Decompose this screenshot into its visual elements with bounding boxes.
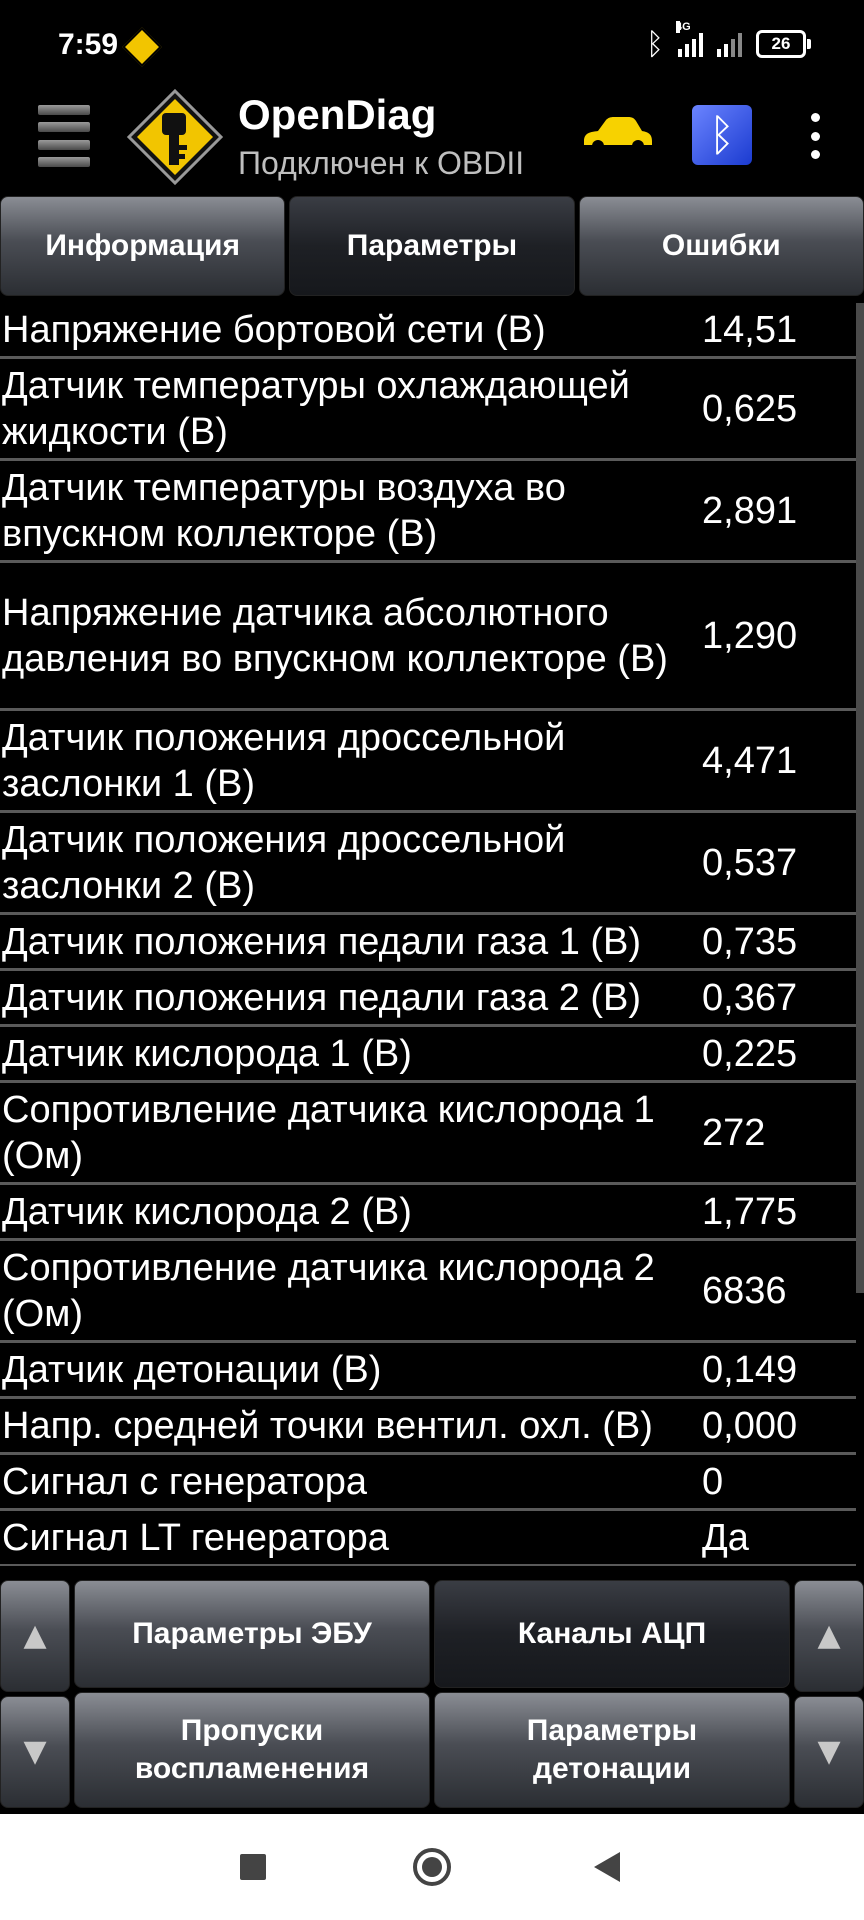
param-row: Датчик кислорода 2 (В) 1,775 — [0, 1185, 856, 1241]
param-value: 0,367 — [702, 976, 798, 1019]
param-name: Напряжение датчика абсолютного давления … — [2, 591, 668, 680]
param-name: Напр. средней точки вентил. охл. (В) — [2, 1404, 653, 1447]
param-value: Да — [702, 1516, 749, 1559]
list-scrollbar[interactable] — [856, 303, 864, 1293]
param-name: Датчик положения педали газа 1 (В) — [2, 920, 642, 963]
car-icon[interactable] — [580, 115, 654, 155]
ecu-params-button[interactable]: Параметры ЭБУ — [74, 1580, 430, 1688]
param-row: Датчик температуры воздуха во впускном к… — [0, 461, 856, 563]
param-value: 6836 — [702, 1269, 787, 1312]
param-row: Напр. средней точки вентил. охл. (В) 0,0… — [0, 1399, 856, 1455]
parameter-list[interactable]: Напряжение бортовой сети (В) 14,51 Датчи… — [0, 303, 856, 1566]
param-name: Датчик положения дроссельной заслонки 2 … — [2, 818, 566, 907]
back-icon[interactable] — [594, 1852, 620, 1882]
param-name: Датчик детонации (В) — [2, 1348, 382, 1391]
param-row: Датчик температуры охлаждающей жидкости … — [0, 359, 856, 461]
misfires-button[interactable]: Пропуски воспламенения — [74, 1692, 430, 1808]
param-name: Датчик температуры охлаждающей жидкости … — [2, 364, 630, 453]
battery-level: 26 — [771, 34, 791, 53]
param-value: 4,471 — [702, 739, 798, 782]
param-value: 272 — [702, 1111, 766, 1154]
app-logo-icon — [126, 88, 224, 186]
scroll-down-button[interactable]: ▼ — [0, 1696, 70, 1808]
param-name: Датчик кислорода 1 (В) — [2, 1032, 412, 1075]
param-name: Сопротивление датчика кислорода 1 (Ом) — [2, 1088, 655, 1177]
status-bar: 7:59 ᛒ 4G 26 — [0, 0, 864, 95]
param-name: Датчик положения дроссельной заслонки 1 … — [2, 716, 566, 805]
param-value: 0,000 — [702, 1404, 798, 1447]
bluetooth-status-icon: ᛒ — [646, 26, 664, 62]
network-type-label: 4G — [676, 21, 691, 33]
cell-signal-icon: 4G — [676, 21, 703, 57]
param-row: Сигнал с генератора 0 — [0, 1455, 856, 1511]
param-value: 14,51 — [702, 308, 798, 351]
param-value: 0,625 — [702, 387, 798, 430]
param-row: Датчик положения дроссельной заслонки 1 … — [0, 711, 856, 813]
param-name: Датчик температуры воздуха во впускном к… — [2, 466, 566, 555]
tab-bar: Информация Параметры Ошибки — [0, 196, 864, 300]
home-icon[interactable] — [413, 1848, 451, 1886]
param-row: Датчик положения педали газа 1 (В) 0,735 — [0, 915, 856, 971]
app-bar: OpenDiag Подключен к OBDII ᛒ — [0, 88, 864, 195]
cell-signal-2-icon — [717, 31, 742, 57]
knock-params-button[interactable]: Параметры детонации — [434, 1692, 790, 1808]
param-name: Сигнал LT генератора — [2, 1516, 389, 1559]
param-row: Напряжение бортовой сети (В) 14,51 — [0, 303, 856, 359]
param-row: Сопротивление датчика кислорода 2 (Ом) 6… — [0, 1241, 856, 1343]
param-value: 2,891 — [702, 489, 798, 532]
app-title: OpenDiag — [238, 91, 437, 138]
hamburger-menu-icon[interactable] — [38, 105, 90, 167]
bottom-panel: ▲ Параметры ЭБУ Каналы АЦП ▲ ▼ Пропуски … — [0, 1580, 864, 1812]
param-value: 1,290 — [702, 614, 798, 657]
recents-icon[interactable] — [240, 1854, 266, 1880]
param-value: 1,775 — [702, 1190, 798, 1233]
param-row: Датчик положения дроссельной заслонки 2 … — [0, 813, 856, 915]
scroll-up-right-button[interactable]: ▲ — [794, 1580, 864, 1692]
scroll-up-button[interactable]: ▲ — [0, 1580, 70, 1692]
param-row: Датчик положения педали газа 2 (В) 0,367 — [0, 971, 856, 1027]
param-value: 0,537 — [702, 841, 798, 884]
param-row: Датчик детонации (В) 0,149 — [0, 1343, 856, 1399]
param-row: Сопротивление датчика кислорода 1 (Ом) 2… — [0, 1083, 856, 1185]
tab-information[interactable]: Информация — [0, 196, 286, 296]
param-value: 0,225 — [702, 1032, 798, 1075]
param-name: Датчик кислорода 2 (В) — [2, 1190, 412, 1233]
param-value: 0,149 — [702, 1348, 798, 1391]
tab-errors[interactable]: Ошибки — [578, 196, 864, 296]
connection-status: Подключен к OBDII — [238, 145, 525, 181]
param-name: Сопротивление датчика кислорода 2 (Ом) — [2, 1246, 655, 1335]
param-name: Сигнал с генератора — [2, 1460, 368, 1503]
notification-diamond-icon — [122, 27, 162, 67]
battery-icon: 26 — [756, 30, 811, 58]
overflow-menu-icon[interactable] — [804, 113, 826, 159]
system-nav-bar — [0, 1814, 864, 1920]
status-time: 7:59 — [58, 28, 119, 61]
adc-channels-button[interactable]: Каналы АЦП — [434, 1580, 790, 1688]
param-name: Напряжение бортовой сети (В) — [2, 308, 546, 351]
tab-parameters[interactable]: Параметры — [289, 196, 575, 296]
scroll-down-right-button[interactable]: ▼ — [794, 1696, 864, 1808]
param-row: Сигнал LT генератора Да — [0, 1511, 856, 1566]
param-value: 0 — [702, 1460, 724, 1503]
status-icons: ᛒ 4G 26 — [646, 21, 811, 64]
param-row: Датчик кислорода 1 (В) 0,225 — [0, 1027, 856, 1083]
bluetooth-adapter-icon[interactable]: ᛒ — [692, 105, 752, 165]
param-row: Напряжение датчика абсолютного давления … — [0, 563, 856, 711]
param-name: Датчик положения педали газа 2 (В) — [2, 976, 642, 1019]
param-value: 0,735 — [702, 920, 798, 963]
